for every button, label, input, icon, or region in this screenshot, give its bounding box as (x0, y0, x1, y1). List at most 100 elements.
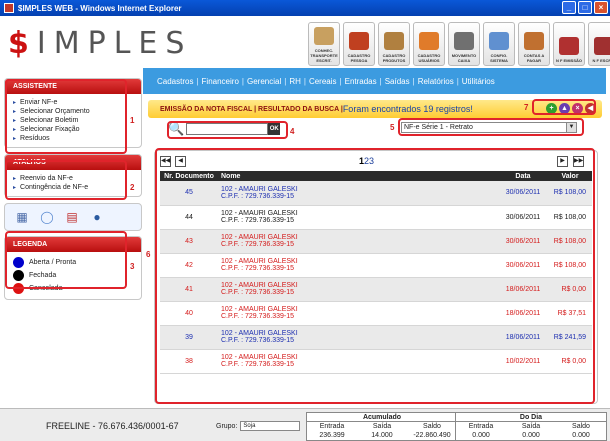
table-row[interactable]: 42 102 - AMAURI GALESKI C.P.F. : 729.736.3… (160, 253, 592, 278)
assistente-item-1[interactable]: ▸ Selecionar Orçamento (13, 107, 135, 116)
calendar-icon[interactable]: ▤ (61, 208, 83, 226)
legend-label: Cancelada (29, 285, 63, 292)
menu-item-1[interactable]: Financeiro (202, 77, 239, 86)
assistente-item-0[interactable]: ▸ Enviar NF-e (13, 98, 135, 107)
name-cell: 102 - AMAURI GALESKI C.P.F. : 729.736.339… (218, 205, 498, 230)
assistente-item-4[interactable]: ▸ Resíduos (13, 134, 135, 143)
cancel-icon[interactable]: × (572, 103, 583, 114)
arrow-right-icon: ▸ (13, 118, 17, 124)
maximize-icon[interactable]: □ (578, 1, 592, 14)
annotation-number-4: 4 (290, 127, 295, 136)
toolbar-button-4[interactable]: MOVIMENTO CAIXA (448, 22, 480, 66)
search-input[interactable] (186, 123, 269, 135)
info-result: Foram encontrados 19 registros! (342, 104, 473, 114)
name-cell: 102 - AMAURI GALESKI C.P.F. : 729.736.339… (218, 253, 498, 278)
annotation-number-3: 3 (130, 262, 135, 271)
toolbar-button-0[interactable]: CONHEC. TRANSPORTE ESCRIT. (308, 22, 340, 66)
atalhos-item-1[interactable]: ▸ Contingência de NF-e (13, 183, 135, 192)
col-header-value[interactable]: Valor (548, 171, 592, 181)
table-row[interactable]: 43 102 - AMAURI GALESKI C.P.F. : 729.736.3… (160, 229, 592, 254)
next-page-icon[interactable]: ▶ (557, 156, 568, 167)
doc-value: R$ 37,51 (548, 301, 592, 326)
doc-value: R$ 0,00 (548, 277, 592, 302)
client-name: 102 - AMAURI GALESKI (221, 282, 298, 289)
menu-item-5[interactable]: Entradas (345, 77, 377, 86)
col-header-name[interactable]: Nome (218, 171, 498, 181)
atalhos-item-0[interactable]: ▸ Reenvio da NF-e (13, 174, 135, 183)
page-link-3[interactable]: 3 (369, 156, 374, 166)
toolbar-button-label: N F ESCRIT. (592, 58, 610, 63)
add-icon[interactable]: + (546, 103, 557, 114)
table-row[interactable]: 41 102 - AMAURI GALESKI C.P.F. : 729.736.3… (160, 277, 592, 302)
toolbar-button-7[interactable]: N F EMISSÃO (553, 22, 585, 66)
first-page-icon[interactable]: ◀◀ (160, 156, 171, 167)
toolbar-button-label: CONFIG. SISTEMA (490, 53, 508, 63)
doc-number: 40 (160, 301, 218, 326)
assistente-item-2[interactable]: ▸ Selecionar Boletim (13, 116, 135, 125)
menu-item-8[interactable]: Utilitários (462, 77, 495, 86)
toolbar-button-3[interactable]: CADASTRO USUÁRIOS (413, 22, 445, 66)
assistente-list: ▸ Enviar NF-e ▸ Selecionar Orçamento ▸ Seleci… (5, 94, 141, 147)
table-header-row: Nr. Documento Nome Data Valor (160, 171, 592, 181)
user-icon[interactable]: ● (86, 208, 108, 226)
toolbar-button-6[interactable]: CONTAS A PAGAR (518, 22, 550, 66)
group-select[interactable]: Soja (240, 421, 301, 431)
menu-item-0[interactable]: Cadastros (157, 77, 193, 86)
main-toolbar: CONHEC. TRANSPORTE ESCRIT. CADASTRO PESSO… (308, 22, 610, 66)
chevron-down-icon[interactable]: ▼ (566, 123, 576, 132)
arrow-right-icon: ▸ (13, 136, 17, 142)
status-dot-icon (13, 270, 24, 281)
atalhos-title: ATALHOS (5, 155, 141, 170)
menu-separator: | (196, 76, 199, 86)
menu-item-2[interactable]: Gerencial (247, 77, 281, 86)
search-area: 🔍 OK (168, 121, 281, 137)
annotation-number-2: 2 (130, 183, 135, 192)
toolbar-button-1[interactable]: CADASTRO PESSOA (343, 22, 375, 66)
toolbar-button-2[interactable]: CADASTRO PRODUTOS (378, 22, 410, 66)
arrow-right-icon: ▸ (13, 100, 17, 106)
assistente-item-3[interactable]: ▸ Selecionar Fixação (13, 125, 135, 134)
search-ok-button[interactable]: OK (268, 123, 281, 135)
col-header-doc[interactable]: Nr. Documento (160, 171, 218, 181)
toolbar-button-label: CADASTRO USUÁRIOS (417, 53, 441, 63)
menu-item-6[interactable]: Saídas (385, 77, 410, 86)
dodia-col-2: Saldo (572, 423, 590, 430)
chat-bubble-icon[interactable]: ◯ (36, 208, 58, 226)
prev-page-icon[interactable]: ◀ (175, 156, 186, 167)
quick-icons: ▦ ◯ ▤ ● (4, 203, 142, 231)
company-label: FREELINE - 76.676.436/0001-67 (46, 421, 179, 431)
toolbar-button-8[interactable]: N F ESCRIT. (588, 22, 610, 66)
up-icon[interactable]: ▲ (559, 103, 570, 114)
back-icon[interactable]: ◀ (585, 103, 596, 114)
last-page-icon[interactable]: ▶▶ (573, 156, 584, 167)
table-row[interactable]: 45 102 - AMAURI GALESKI C.P.F. : 729.736.3… (160, 181, 592, 206)
acumulado-value-1: 14.000 (371, 432, 393, 439)
minimize-icon[interactable]: _ (562, 1, 576, 14)
menu-item-7[interactable]: Relatórios (418, 77, 454, 86)
close-icon[interactable]: × (594, 1, 608, 14)
page-numbers: 123 (359, 156, 374, 166)
client-cpf: C.P.F. : 729.736.339-15 (221, 241, 295, 248)
table-row[interactable]: 38 102 - AMAURI GALESKI C.P.F. : 729.736.3… (160, 349, 592, 374)
doc-number: 43 (160, 229, 218, 254)
table-row[interactable]: 44 102 - AMAURI GALESKI C.P.F. : 729.736.3… (160, 205, 592, 230)
toolbar-button-5[interactable]: CONFIG. SISTEMA (483, 22, 515, 66)
person-card-icon (349, 32, 369, 50)
name-cell: 102 - AMAURI GALESKI C.P.F. : 729.736.339… (218, 229, 498, 254)
toolbar-button-label: CONTAS A PAGAR (523, 53, 545, 63)
client-cpf: C.P.F. : 729.736.339-15 (221, 192, 295, 200)
group-selector: Grupo: Soja (216, 421, 301, 431)
table-row[interactable]: 39 102 - AMAURI GALESKI C.P.F. : 729.736.3… (160, 325, 592, 350)
doc-value: R$ 241,59 (548, 325, 592, 350)
col-header-date[interactable]: Data (498, 171, 548, 181)
series-select-value: NF-e Série 1 - Retrato (404, 124, 473, 131)
doc-date: 30/06/2011 (498, 205, 548, 230)
annotation-number-1: 1 (130, 116, 135, 125)
calculator-icon[interactable]: ▦ (11, 208, 33, 226)
menu-item-3[interactable]: RH (289, 77, 301, 86)
series-select[interactable]: NF-e Série 1 - Retrato ▼ (401, 122, 577, 133)
client-name: 102 - AMAURI GALESKI (221, 185, 298, 193)
menu-item-4[interactable]: Cereais (309, 77, 337, 86)
toolbar-button-label: CADASTRO PESSOA (347, 53, 371, 63)
table-row[interactable]: 40 102 - AMAURI GALESKI C.P.F. : 729.736.3… (160, 301, 592, 326)
